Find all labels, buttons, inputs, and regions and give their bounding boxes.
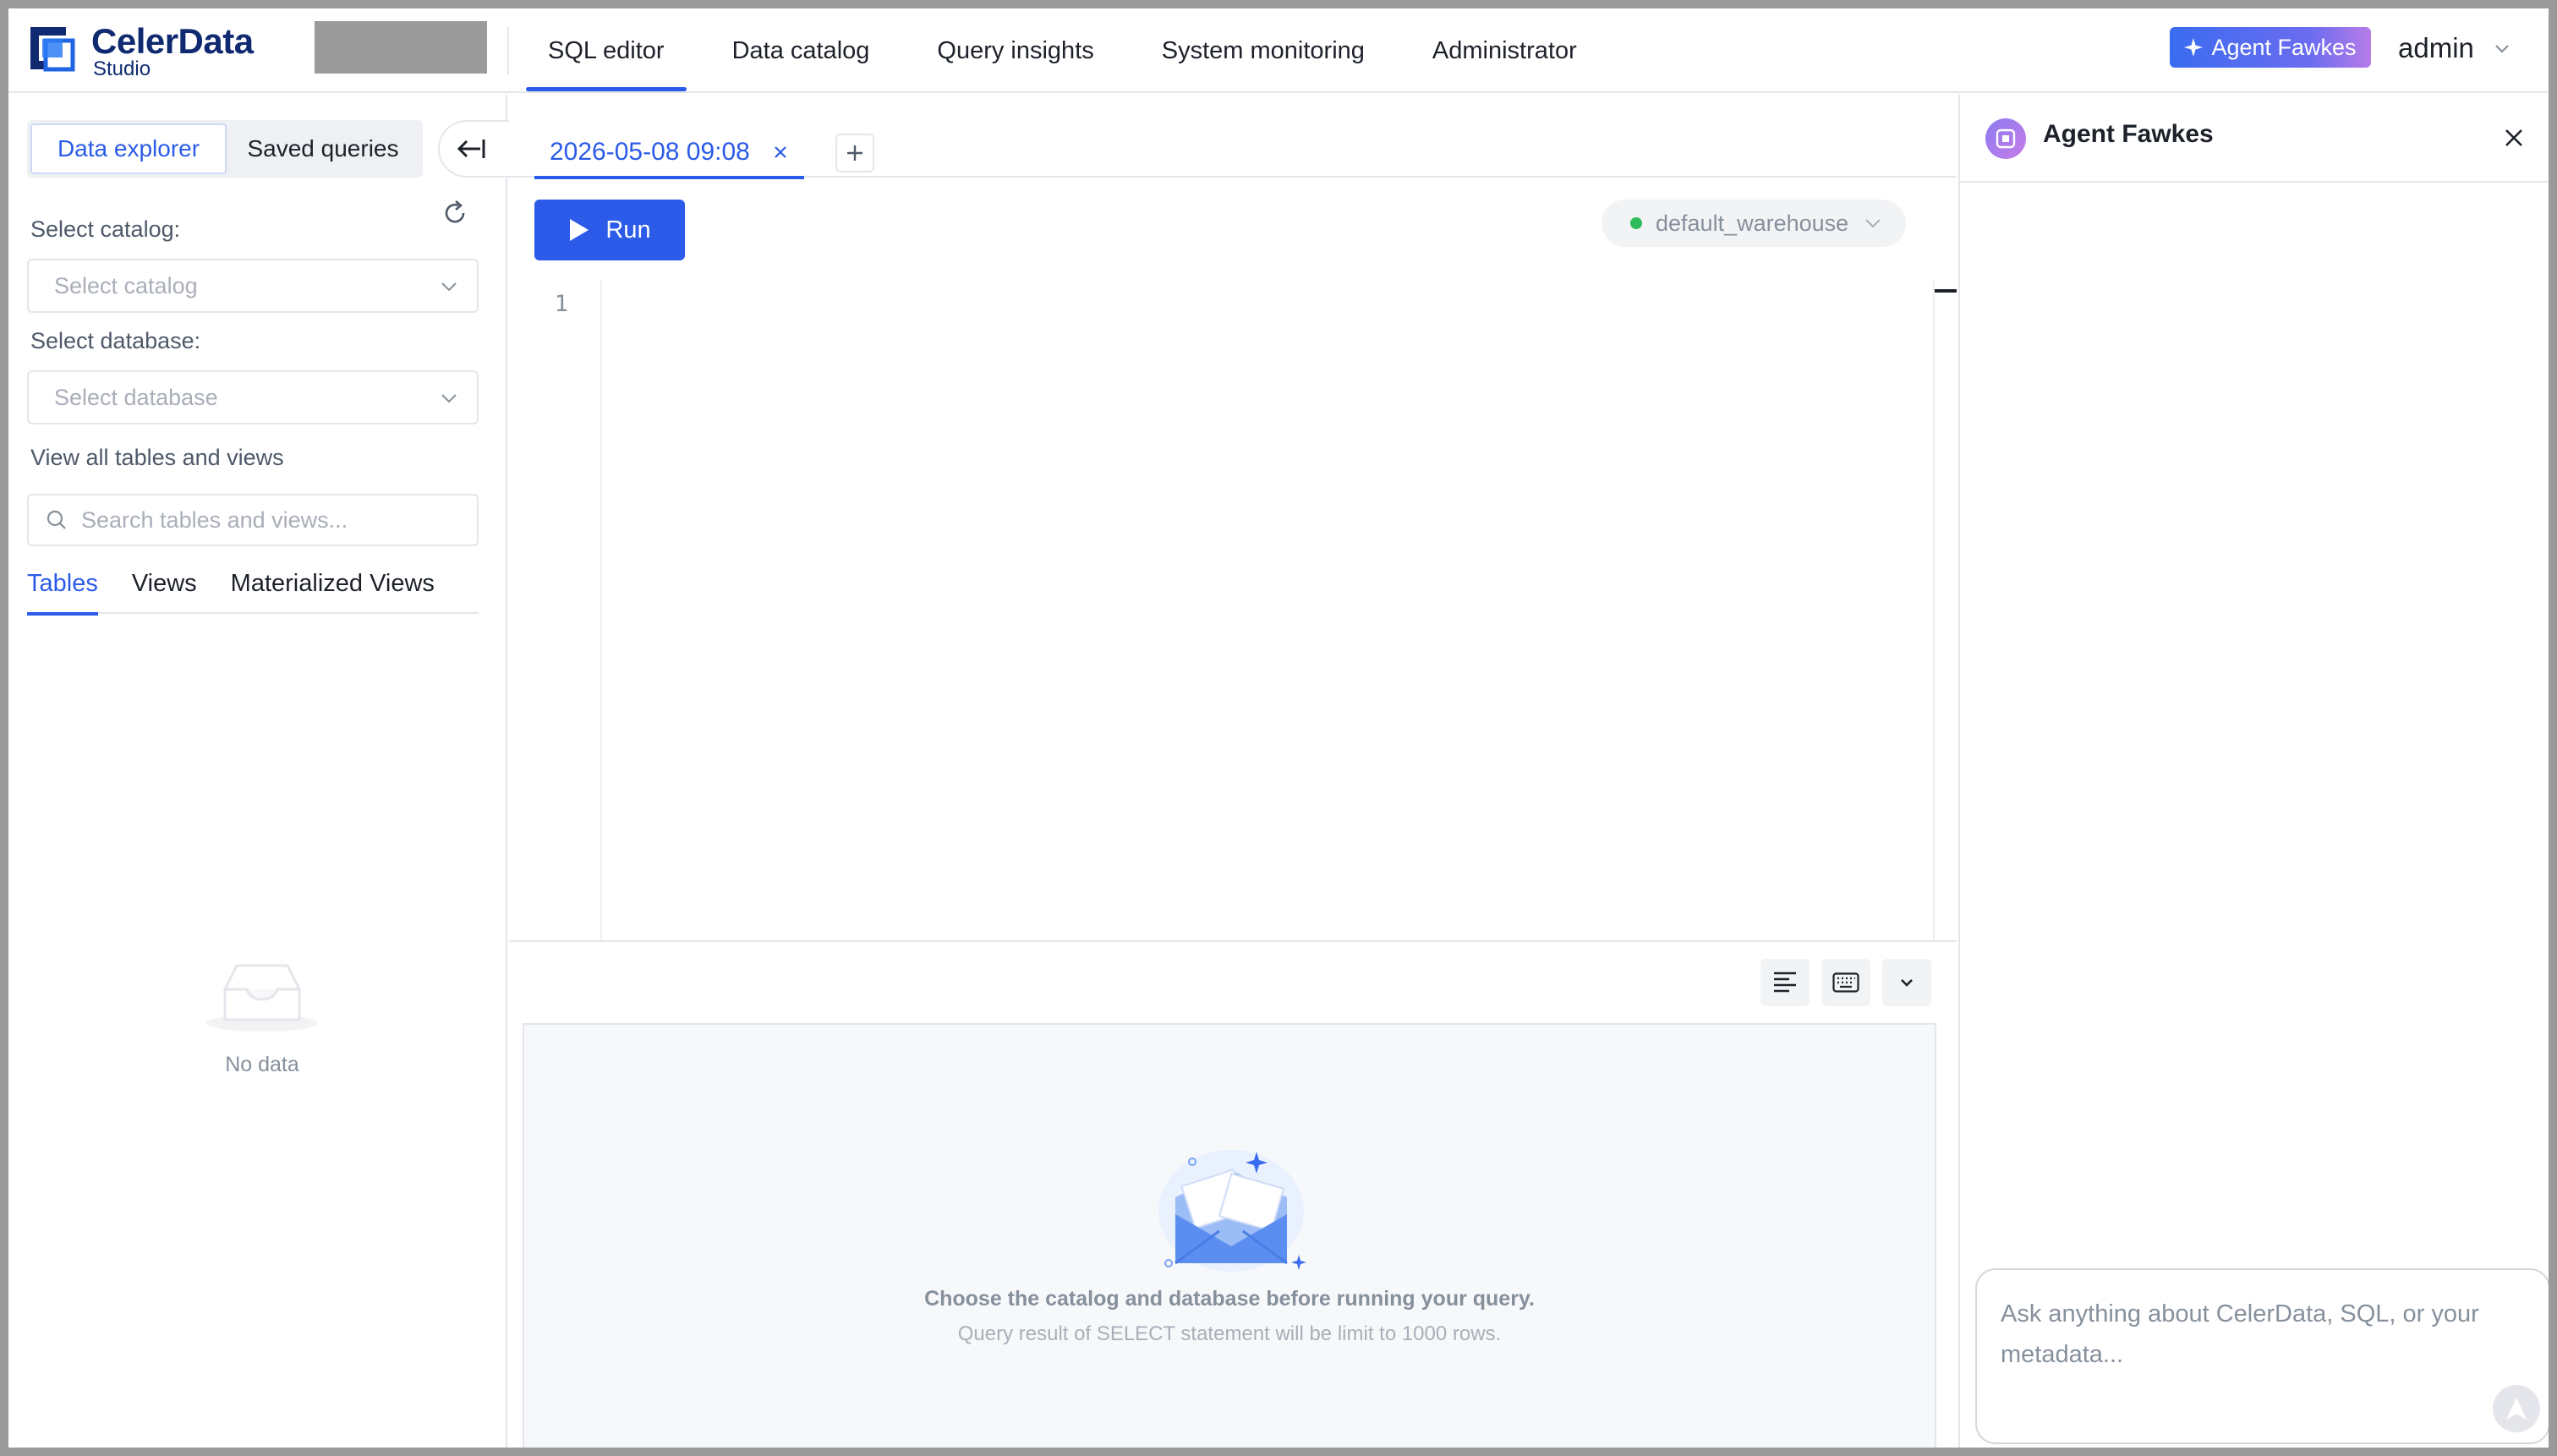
segment-data-explorer[interactable]: Data explorer (30, 123, 227, 174)
database-select[interactable]: Select database (27, 370, 479, 424)
app-window: CelerData Studio SQL editor Data catalog… (8, 8, 2549, 1448)
play-icon (570, 219, 589, 241)
close-icon[interactable] (772, 144, 789, 161)
scroll-indicator (1935, 289, 1957, 293)
view-all-label: View all tables and views (30, 445, 284, 470)
redacted-block (315, 21, 487, 74)
agent-header: Agent Fawkes (1960, 95, 2549, 183)
status-dot (1630, 217, 1642, 229)
search-icon (47, 510, 66, 529)
user-menu[interactable]: admin (2398, 29, 2511, 68)
chevron-down-icon (1865, 219, 1881, 228)
query-tab[interactable]: 2026-05-08 09:08 (534, 129, 804, 179)
add-tab-button[interactable] (835, 134, 874, 172)
agent-icon (1996, 129, 2016, 149)
nav-sql-editor[interactable]: SQL editor (526, 8, 687, 93)
object-tabs: Tables Views Materialized Views (27, 565, 479, 616)
warehouse-name: default_warehouse (1656, 210, 1849, 236)
main-nav: SQL editor Data catalog Query insights S… (526, 8, 1623, 93)
chevron-down-icon (1901, 979, 1913, 987)
catalog-label: Select catalog: (30, 216, 181, 242)
agent-panel: Agent Fawkes (1958, 95, 2549, 1448)
result-hint: Query result of SELECT statement will be… (957, 1322, 1502, 1345)
user-name: admin (2398, 32, 2474, 63)
more-options-button[interactable] (1882, 959, 1931, 1006)
brand-name: CelerData (91, 21, 254, 61)
run-button[interactable]: Run (534, 200, 685, 260)
sparkle-icon (2184, 38, 2204, 57)
query-tabs: 2026-05-08 09:08 (509, 95, 1957, 179)
editor-divider[interactable] (509, 940, 1957, 942)
top-bar: CelerData Studio SQL editor Data catalog… (8, 8, 2549, 93)
send-button[interactable] (2493, 1385, 2540, 1432)
warehouse-select[interactable]: default_warehouse (1602, 200, 1906, 247)
nav-system-monitoring[interactable]: System monitoring (1140, 8, 1387, 93)
chevron-down-icon (2495, 45, 2509, 53)
tab-materialized-views[interactable]: Materialized Views (231, 565, 435, 614)
line-gutter: 1 (509, 281, 602, 940)
agent-avatar (1985, 118, 2026, 159)
format-button[interactable] (1760, 959, 1810, 1006)
divider (507, 27, 509, 74)
chat-input-box (1975, 1268, 2549, 1444)
result-panel: Choose the catalog and database before r… (523, 1023, 1936, 1448)
agent-button-label: Agent Fawkes (2211, 34, 2357, 60)
database-label: Select database: (30, 328, 201, 353)
nav-query-insights[interactable]: Query insights (915, 8, 1115, 93)
sql-editor-area: 2026-05-08 09:08 Run default_warehouse 1… (509, 95, 1957, 1448)
data-explorer-panel: Data explorer Saved queries Select catal… (8, 95, 514, 1448)
database-placeholder: Select database (54, 384, 218, 410)
explorer-segmented-control: Data explorer Saved queries (27, 120, 423, 178)
result-message: Choose the catalog and database before r… (924, 1287, 1535, 1311)
run-label: Run (605, 216, 651, 244)
nav-data-catalog[interactable]: Data catalog (710, 8, 892, 93)
tab-views[interactable]: Views (132, 565, 197, 614)
collapse-left-icon (457, 140, 485, 158)
send-icon (2506, 1398, 2527, 1420)
agent-title: Agent Fawkes (2043, 120, 2214, 148)
refresh-icon[interactable] (440, 198, 470, 228)
chevron-down-icon (441, 394, 457, 403)
collapse-panel-button[interactable] (438, 120, 514, 178)
chat-input[interactable] (2001, 1294, 2508, 1395)
empty-text: No data (225, 1053, 299, 1076)
code-editor: 1 (509, 281, 1957, 940)
table-search (27, 494, 479, 546)
search-input[interactable] (81, 506, 470, 534)
keyboard-icon (1832, 972, 1859, 993)
empty-inbox-icon (206, 964, 318, 1032)
catalog-placeholder: Select catalog (54, 272, 198, 298)
nav-administrator[interactable]: Administrator (1410, 8, 1599, 93)
line-number: 1 (554, 291, 568, 317)
keyboard-shortcuts-button[interactable] (1821, 959, 1870, 1006)
code-input[interactable] (604, 281, 1855, 940)
tab-tables[interactable]: Tables (27, 565, 98, 616)
query-tab-label: 2026-05-08 09:08 (550, 138, 750, 166)
chevron-down-icon (441, 282, 457, 292)
editor-scrollbar[interactable] (1933, 281, 1957, 940)
envelope-illustration-icon (1158, 1150, 1306, 1272)
segment-saved-queries[interactable]: Saved queries (227, 123, 419, 174)
align-left-icon (1774, 972, 1796, 993)
celerdata-logo-icon (30, 27, 75, 72)
close-icon[interactable] (2501, 125, 2527, 151)
empty-state: No data (194, 957, 330, 1077)
catalog-select[interactable]: Select catalog (27, 259, 479, 313)
agent-fawkes-button[interactable]: Agent Fawkes (2170, 27, 2371, 68)
plus-icon (847, 145, 862, 161)
brand-sub: Studio (93, 57, 151, 80)
logo[interactable]: CelerData Studio (27, 21, 281, 80)
